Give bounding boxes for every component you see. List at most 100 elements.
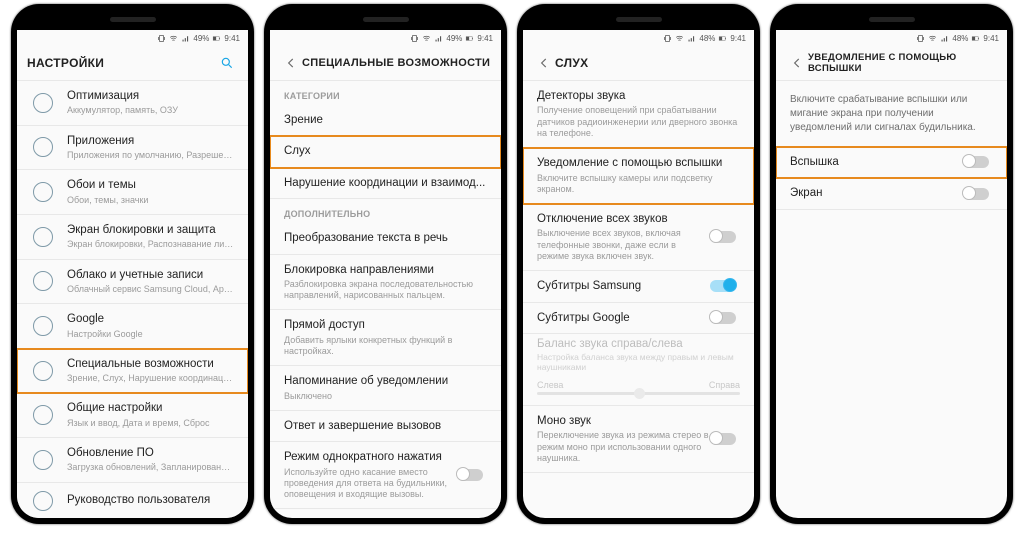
list-item[interactable]: Зрение bbox=[270, 105, 501, 136]
list-item[interactable]: Субтитры Google bbox=[523, 303, 754, 334]
list-item[interactable]: ОптимизацияАккумулятор, память, ОЗУ bbox=[17, 81, 248, 126]
signal-icon bbox=[434, 34, 443, 43]
page-title: СПЕЦИАЛЬНЫЕ ВОЗМОЖНОСТИ bbox=[302, 57, 491, 69]
phone-4: 48% 9:41 УВЕДОМЛЕНИЕ С ПОМОЩЬЮ ВСПЫШКИ В… bbox=[770, 4, 1013, 524]
item-title: Обновление ПО bbox=[67, 446, 234, 460]
back-button[interactable] bbox=[280, 56, 302, 70]
item-title: Отключение всех звуков bbox=[537, 212, 710, 226]
search-icon bbox=[220, 56, 234, 70]
item-subtitle: Загрузка обновлений, Запланированное... bbox=[67, 462, 234, 473]
item-subtitle: Выключено bbox=[284, 391, 487, 402]
toggle[interactable] bbox=[963, 156, 993, 168]
settings-list: ОптимизацияАккумулятор, память, ОЗУПрило… bbox=[17, 81, 248, 518]
item-title: Руководство пользователя bbox=[67, 493, 234, 507]
status-bar: 48% 9:41 bbox=[523, 30, 754, 46]
item-icon bbox=[31, 227, 55, 247]
vibrate-icon bbox=[663, 34, 672, 43]
item-subtitle: Приложения по умолчанию, Разрешения... bbox=[67, 150, 234, 161]
back-button[interactable] bbox=[786, 56, 808, 70]
battery-icon bbox=[212, 34, 221, 43]
item-subtitle: Используйте одно касание вместо проведен… bbox=[284, 467, 457, 501]
battery-text: 48% bbox=[699, 34, 715, 43]
item-title: Специальные возможности bbox=[67, 357, 234, 371]
item-icon bbox=[31, 405, 55, 425]
slider-title: Баланс звука справа/слева bbox=[537, 338, 740, 350]
settings-list: Включите срабатывание вспышки или мигани… bbox=[776, 81, 1007, 518]
list-item[interactable]: Вспышка bbox=[776, 147, 1007, 178]
list-item[interactable]: Блокировка направлениямиРазблокировка эк… bbox=[270, 255, 501, 311]
list-item[interactable]: Субтитры Samsung bbox=[523, 271, 754, 302]
item-subtitle: Экран блокировки, Распознавание лица... bbox=[67, 239, 234, 250]
settings-list: КАТЕГОРИИЗрениеСлухНарушение координации… bbox=[270, 81, 501, 518]
toggle[interactable] bbox=[963, 188, 993, 200]
app-bar: СЛУХ bbox=[523, 46, 754, 81]
battery-icon bbox=[718, 34, 727, 43]
settings-list: Детекторы звукаПолучение оповещений при … bbox=[523, 81, 754, 518]
search-button[interactable] bbox=[216, 56, 238, 70]
status-bar: 48% 9:41 bbox=[776, 30, 1007, 46]
list-item[interactable]: GoogleНастройки Google bbox=[17, 304, 248, 349]
list-item[interactable]: Ответ и завершение вызовов bbox=[270, 411, 501, 442]
toggle[interactable] bbox=[710, 312, 740, 324]
signal-icon bbox=[940, 34, 949, 43]
toggle[interactable] bbox=[710, 280, 740, 292]
list-item[interactable]: Моно звукПереключение звука из режима ст… bbox=[523, 406, 754, 473]
item-icon bbox=[31, 316, 55, 336]
list-item[interactable]: Обои и темыОбои, темы, значки bbox=[17, 170, 248, 215]
chevron-left-icon bbox=[790, 56, 804, 70]
page-title: НАСТРОЙКИ bbox=[27, 56, 216, 70]
balance-slider[interactable]: Баланс звука справа/слеваНастройка балан… bbox=[523, 334, 754, 406]
toggle[interactable] bbox=[457, 469, 487, 481]
clock: 9:41 bbox=[730, 34, 746, 43]
item-title: Нарушение координации и взаимод... bbox=[284, 176, 487, 190]
item-title: Ответ и завершение вызовов bbox=[284, 419, 487, 433]
wifi-icon bbox=[675, 34, 684, 43]
list-item[interactable]: Экран блокировки и защитаЭкран блокировк… bbox=[17, 215, 248, 260]
item-title: Прямой доступ bbox=[284, 318, 487, 332]
list-item[interactable]: Нарушение координации и взаимод... bbox=[270, 168, 501, 199]
list-item[interactable]: Отключение всех звуковВыключение всех зв… bbox=[523, 204, 754, 271]
list-item[interactable]: Детекторы звукаПолучение оповещений при … bbox=[523, 81, 754, 148]
item-icon bbox=[31, 182, 55, 202]
item-icon bbox=[31, 93, 55, 113]
app-bar: СПЕЦИАЛЬНЫЕ ВОЗМОЖНОСТИ bbox=[270, 46, 501, 81]
list-item[interactable]: Режим однократного нажатия Используйте од… bbox=[270, 442, 501, 509]
item-subtitle: Зрение, Слух, Нарушение координации и... bbox=[67, 373, 234, 384]
wifi-icon bbox=[928, 34, 937, 43]
app-bar: НАСТРОЙКИ bbox=[17, 46, 248, 81]
list-item[interactable]: Экран bbox=[776, 178, 1007, 209]
slider-track[interactable] bbox=[537, 392, 740, 395]
list-item[interactable]: Напоминание об уведомленииВыключено bbox=[270, 366, 501, 411]
list-item[interactable]: Специальные возможности Зрение, Слух, Нар… bbox=[17, 349, 248, 394]
list-item[interactable]: Обновление ПО Загрузка обновлений, Заплан… bbox=[17, 438, 248, 483]
wifi-icon bbox=[422, 34, 431, 43]
item-title: Оптимизация bbox=[67, 89, 234, 103]
list-item[interactable]: Руководство пользователя bbox=[17, 483, 248, 518]
item-title: Режим однократного нажатия bbox=[284, 450, 457, 464]
item-icon bbox=[31, 491, 55, 511]
item-subtitle: Включите вспышку камеры или подсветку эк… bbox=[537, 173, 740, 196]
list-item[interactable]: Преобразование текста в речь bbox=[270, 223, 501, 254]
switch-icon bbox=[710, 280, 736, 292]
slider-right-label: Справа bbox=[709, 380, 740, 390]
toggle[interactable] bbox=[710, 231, 740, 243]
toggle[interactable] bbox=[710, 433, 740, 445]
list-item[interactable]: Прямой доступДобавить ярлыки конкретных … bbox=[270, 310, 501, 366]
item-icon bbox=[31, 450, 55, 470]
battery-icon bbox=[465, 34, 474, 43]
list-item[interactable]: Общие настройкиЯзык и ввод, Дата и время… bbox=[17, 393, 248, 438]
chevron-left-icon bbox=[537, 56, 551, 70]
item-title: Облако и учетные записи bbox=[67, 268, 234, 282]
list-item[interactable]: Облако и учетные записиОблачный сервис S… bbox=[17, 260, 248, 305]
battery-icon bbox=[971, 34, 980, 43]
back-button[interactable] bbox=[533, 56, 555, 70]
list-item[interactable]: Уведомление с помощью вспышкиВключите вс… bbox=[523, 148, 754, 204]
list-item[interactable]: Приложения Приложения по умолчанию, Разре… bbox=[17, 126, 248, 171]
slider-left-label: Слева bbox=[537, 380, 563, 390]
phone-2: 49% 9:41 СПЕЦИАЛЬНЫЕ ВОЗМОЖНОСТИ КАТЕГОР… bbox=[264, 4, 507, 524]
vibrate-icon bbox=[410, 34, 419, 43]
item-title: Блокировка направлениями bbox=[284, 263, 487, 277]
list-item[interactable]: Слух bbox=[270, 136, 501, 167]
item-title: Приложения bbox=[67, 134, 234, 148]
category-header: ДОПОЛНИТЕЛЬНО bbox=[270, 199, 501, 223]
